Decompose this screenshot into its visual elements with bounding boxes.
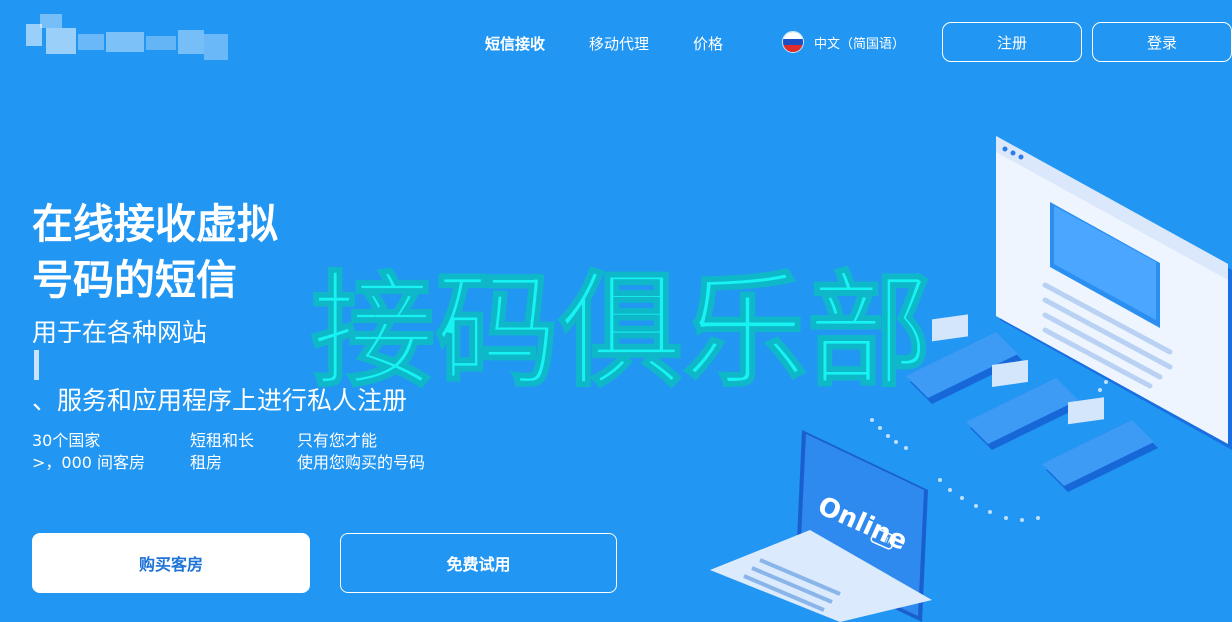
stat-privacy: 只有您才能 使用您购买的号码 — [297, 430, 425, 474]
stat-countries: 30个国家 >，000 间客房 — [32, 430, 145, 474]
watermark-text: 接码俱乐部 — [311, 260, 931, 404]
free-trial-button[interactable]: 免费试用 — [340, 533, 617, 593]
top-navigation: 短信接收 移动代理 价格 中文（简国语） 注册 登录 — [0, 0, 1232, 84]
stat-rental: 短租和长 租房 — [190, 430, 254, 474]
register-button[interactable]: 注册 — [942, 22, 1082, 62]
stat-line: 使用您购买的号码 — [297, 453, 426, 472]
login-button[interactable]: 登录 — [1092, 22, 1232, 62]
watermark-overlay: 接码俱乐部 — [310, 259, 932, 405]
language-label: 中文（简国语） — [814, 36, 906, 52]
russia-flag-icon — [782, 31, 804, 53]
stat-line: 只有您才能 — [297, 431, 378, 450]
laptop-illustration: Online SIM — [710, 430, 932, 622]
nav-pricing[interactable]: 价格 — [693, 33, 723, 54]
stat-line: 30个国家 — [32, 431, 101, 450]
buy-room-button[interactable]: 购买客房 — [32, 533, 310, 593]
hero-title: 在线接收虚拟 号码的短信 — [32, 196, 332, 308]
stat-line: >，000 间客房 — [32, 453, 146, 472]
hero-title-line: 在线接收虚拟 — [32, 200, 278, 248]
nav-sms-receive[interactable]: 短信接收 — [485, 33, 545, 54]
stat-line: 租房 — [190, 453, 223, 472]
text-cursor — [34, 350, 39, 380]
stat-line: 短租和长 — [190, 431, 255, 450]
nav-mobile-proxy[interactable]: 移动代理 — [589, 33, 649, 54]
language-selector[interactable]: 中文（简国语） — [782, 30, 905, 54]
hero-title-line: 号码的短信 — [32, 256, 237, 304]
